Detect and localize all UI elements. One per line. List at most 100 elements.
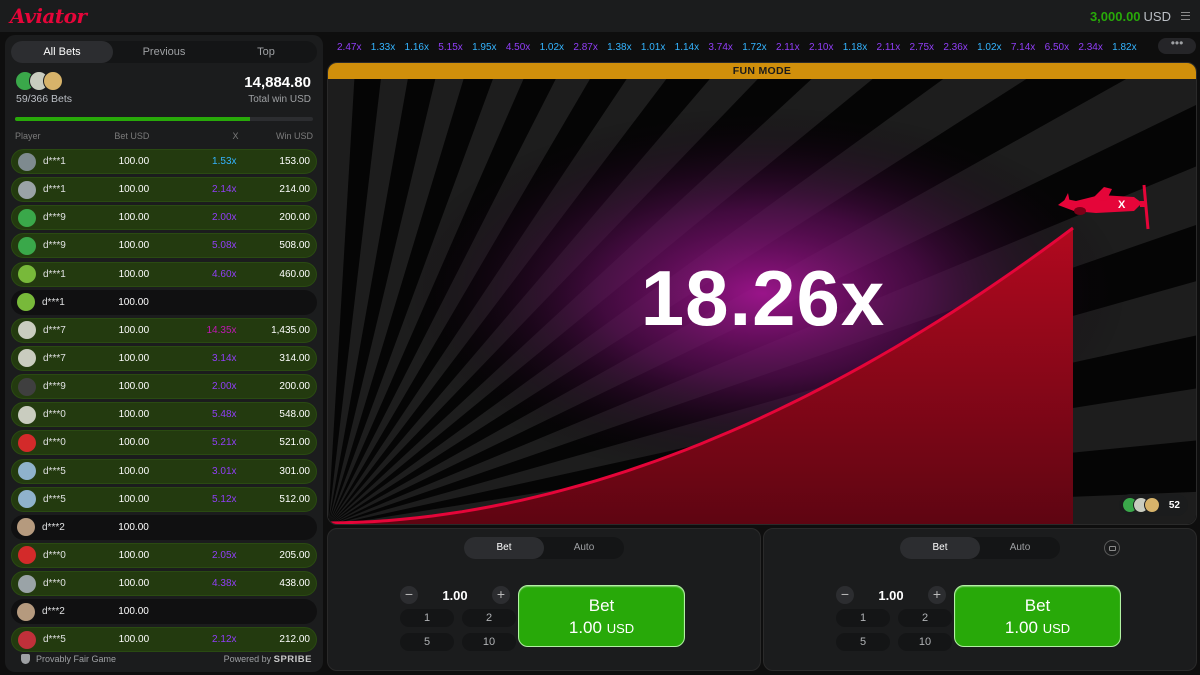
bet-row: d***0 100.00 5.21x 521.00	[11, 430, 317, 456]
left-footer: Provably Fair Game Powered by SPRIBE	[5, 646, 323, 672]
bet-amount: 100.00	[118, 578, 150, 590]
history-multiplier[interactable]: 2.34x	[1078, 42, 1102, 53]
avatar	[18, 321, 36, 340]
bet-row: d***1 100.00 4.60x 460.00	[11, 261, 317, 287]
tab-previous[interactable]: Previous	[113, 41, 215, 63]
player-name: d***2	[42, 606, 65, 618]
increase-amount-button[interactable]: +	[928, 586, 946, 604]
history-multiplier[interactable]: 6.50x	[1045, 42, 1069, 53]
quick-amount-10[interactable]: 10	[462, 633, 516, 651]
history-multiplier[interactable]: 2.36x	[943, 42, 967, 53]
bet-row: d***0 100.00 5.48x 548.00	[11, 402, 317, 428]
quick-amount-1[interactable]: 1	[400, 609, 454, 627]
tab-top[interactable]: Top	[215, 41, 317, 63]
bet-row: d***2 100.00	[11, 514, 317, 540]
powered-by-label: Powered by	[223, 653, 272, 664]
menu-icon[interactable]	[1181, 12, 1190, 20]
bet-amount: 100.00	[118, 493, 150, 505]
cashout-multiplier: 2.00x	[212, 381, 237, 393]
balance-amount: 3,000.00	[1089, 8, 1141, 24]
player-name: d***1	[43, 156, 66, 167]
bet-button[interactable]: Bet 1.00 USD	[954, 585, 1121, 647]
player-name: d***1	[42, 296, 65, 308]
avatar	[18, 236, 36, 255]
players-online-count: 52	[1168, 499, 1180, 511]
history-multiplier[interactable]: 1.95x	[472, 42, 496, 53]
bets-tabs: All Bets Previous Top	[11, 41, 317, 63]
history-multiplier[interactable]: 1.82x	[1112, 42, 1136, 53]
avatar	[18, 208, 36, 227]
history-multiplier[interactable]: 1.14x	[675, 42, 699, 53]
balance: 3,000.00 USD	[1090, 9, 1171, 24]
quick-amount-10[interactable]: 10	[898, 633, 952, 651]
quick-amount-5[interactable]: 5	[400, 633, 454, 651]
increase-amount-button[interactable]: +	[492, 586, 510, 604]
bet-button[interactable]: Bet 1.00 USD	[518, 585, 685, 647]
win-amount: 548.00	[279, 409, 310, 421]
players-online-badge: 52	[1118, 494, 1188, 516]
history-multiplier[interactable]: 2.47x	[337, 42, 361, 53]
avatar	[18, 462, 36, 481]
history-multiplier[interactable]: 7.14x	[1011, 42, 1035, 53]
history-multiplier[interactable]: 5.15x	[438, 42, 462, 53]
column-win: Win USD	[275, 131, 313, 141]
win-amount: 314.00	[279, 352, 310, 364]
cashout-multiplier: 2.05x	[212, 549, 237, 561]
decrease-amount-button[interactable]: −	[836, 586, 854, 604]
history-multiplier[interactable]: 1.02x	[540, 42, 564, 53]
history-multiplier[interactable]: 1.72x	[742, 42, 766, 53]
history-multiplier[interactable]: 2.75x	[910, 42, 934, 53]
spribe-logo: SPRIBE	[273, 653, 312, 665]
shield-icon	[21, 654, 30, 665]
quick-amount-2[interactable]: 2	[898, 609, 952, 627]
bets-table-header: Player Bet USD X Win USD	[15, 131, 313, 145]
history-multiplier[interactable]: 1.38x	[607, 42, 631, 53]
bets-count: 59/366 Bets	[16, 93, 73, 105]
history-multiplier[interactable]: 2.10x	[809, 42, 833, 53]
history-multiplier[interactable]: 4.50x	[506, 42, 530, 53]
bet-amount-input[interactable]: 1.00	[442, 588, 467, 603]
bet-amount: 100.00	[118, 549, 150, 561]
history-more-button[interactable]: •••	[1158, 37, 1196, 54]
decrease-amount-button[interactable]: −	[400, 586, 418, 604]
history-multiplier[interactable]: 2.11x	[877, 42, 901, 53]
history-multiplier[interactable]: 1.33x	[371, 42, 395, 53]
provably-fair-link[interactable]: Provably Fair Game	[21, 654, 116, 665]
player-name: d***0	[43, 437, 66, 449]
tab-bet[interactable]: Bet	[464, 537, 544, 559]
history-multiplier[interactable]: 3.74x	[708, 42, 732, 53]
avatar	[17, 293, 35, 312]
win-amount: 214.00	[279, 184, 310, 196]
tab-auto[interactable]: Auto	[980, 537, 1060, 559]
player-name: d***0	[43, 578, 66, 590]
bet-amount-input[interactable]: 1.00	[878, 588, 903, 603]
history-multiplier[interactable]: 2.11x	[776, 42, 800, 53]
avatar	[17, 518, 35, 537]
bet-button-amount: 1.00	[568, 618, 602, 637]
win-amount: 521.00	[279, 437, 310, 449]
quick-amount-1[interactable]: 1	[836, 609, 890, 627]
tab-bet[interactable]: Bet	[900, 537, 980, 559]
bet-row: d***9 100.00 2.00x 200.00	[11, 374, 317, 400]
history-multiplier[interactable]: 1.02x	[977, 42, 1001, 53]
bet-amount: 100.00	[118, 634, 150, 646]
balance-currency: USD	[1143, 8, 1171, 24]
tab-auto[interactable]: Auto	[544, 537, 624, 559]
history-multiplier[interactable]: 1.16x	[405, 42, 429, 53]
remove-panel-button[interactable]	[1104, 540, 1120, 556]
avatar	[18, 405, 36, 424]
history-multiplier[interactable]: 1.18x	[843, 42, 867, 53]
avatar	[18, 265, 36, 284]
history-multiplier[interactable]: 2.87x	[573, 42, 597, 53]
quick-amount-5[interactable]: 5	[836, 633, 890, 651]
player-name: d***2	[42, 521, 65, 533]
history-multiplier[interactable]: 1.01x	[641, 42, 665, 53]
bet-button-amount-line: 1.00 USD	[955, 618, 1120, 638]
tab-all-bets[interactable]: All Bets	[11, 41, 113, 63]
bet-amount: 100.00	[118, 437, 150, 449]
player-cell: d***1	[17, 293, 118, 312]
bet-row: d***0 100.00 2.05x 205.00	[11, 542, 317, 568]
quick-amount-2[interactable]: 2	[462, 609, 516, 627]
avatar-stack	[15, 71, 63, 91]
bet-amount-stepper: − 1.00 +	[400, 585, 510, 605]
